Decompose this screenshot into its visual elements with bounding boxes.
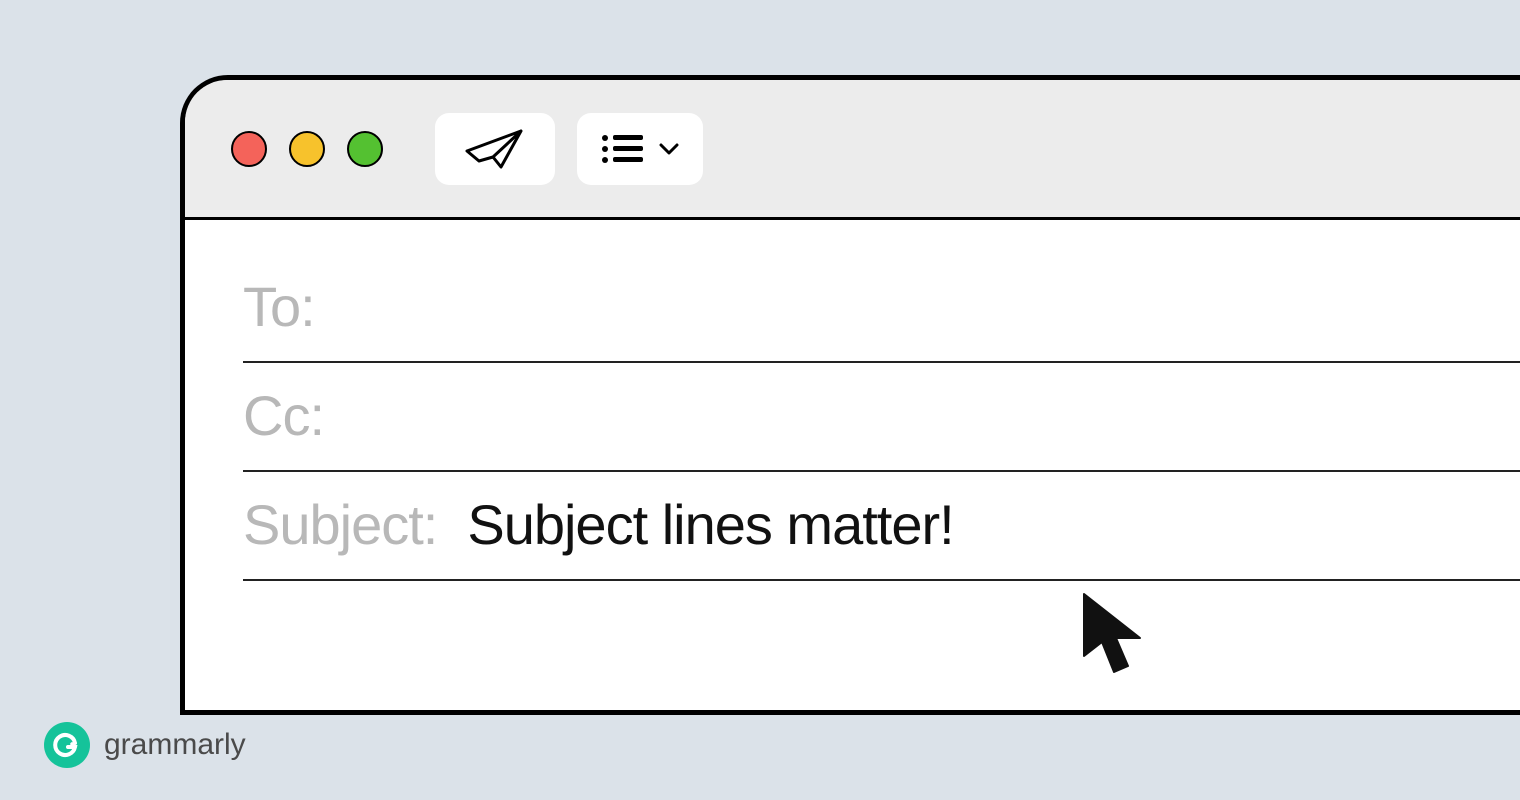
compose-body: To: Cc: Subject: Subject lines matter! [185,220,1520,581]
to-label: To: [243,274,315,339]
brand-logo-icon [44,722,90,768]
list-icon [601,133,645,165]
cursor-icon [1080,590,1154,680]
chevron-down-icon [659,142,679,156]
cc-field-row[interactable]: Cc: [243,363,1520,472]
send-button[interactable] [435,113,555,185]
window-titlebar [185,80,1520,220]
subject-value: Subject lines matter! [467,492,953,557]
subject-field-row[interactable]: Subject: Subject lines matter! [243,472,1520,581]
window-close-button[interactable] [231,131,267,167]
format-list-button[interactable] [577,113,703,185]
window-zoom-button[interactable] [347,131,383,167]
brand-name: grammarly [104,728,246,762]
paper-plane-icon [465,127,525,171]
compose-window: To: Cc: Subject: Subject lines matter! [180,75,1520,715]
window-minimize-button[interactable] [289,131,325,167]
to-field-row[interactable]: To: [243,254,1520,363]
brand-badge-group: grammarly [44,722,246,768]
cc-label: Cc: [243,383,324,448]
subject-label: Subject: [243,492,437,557]
